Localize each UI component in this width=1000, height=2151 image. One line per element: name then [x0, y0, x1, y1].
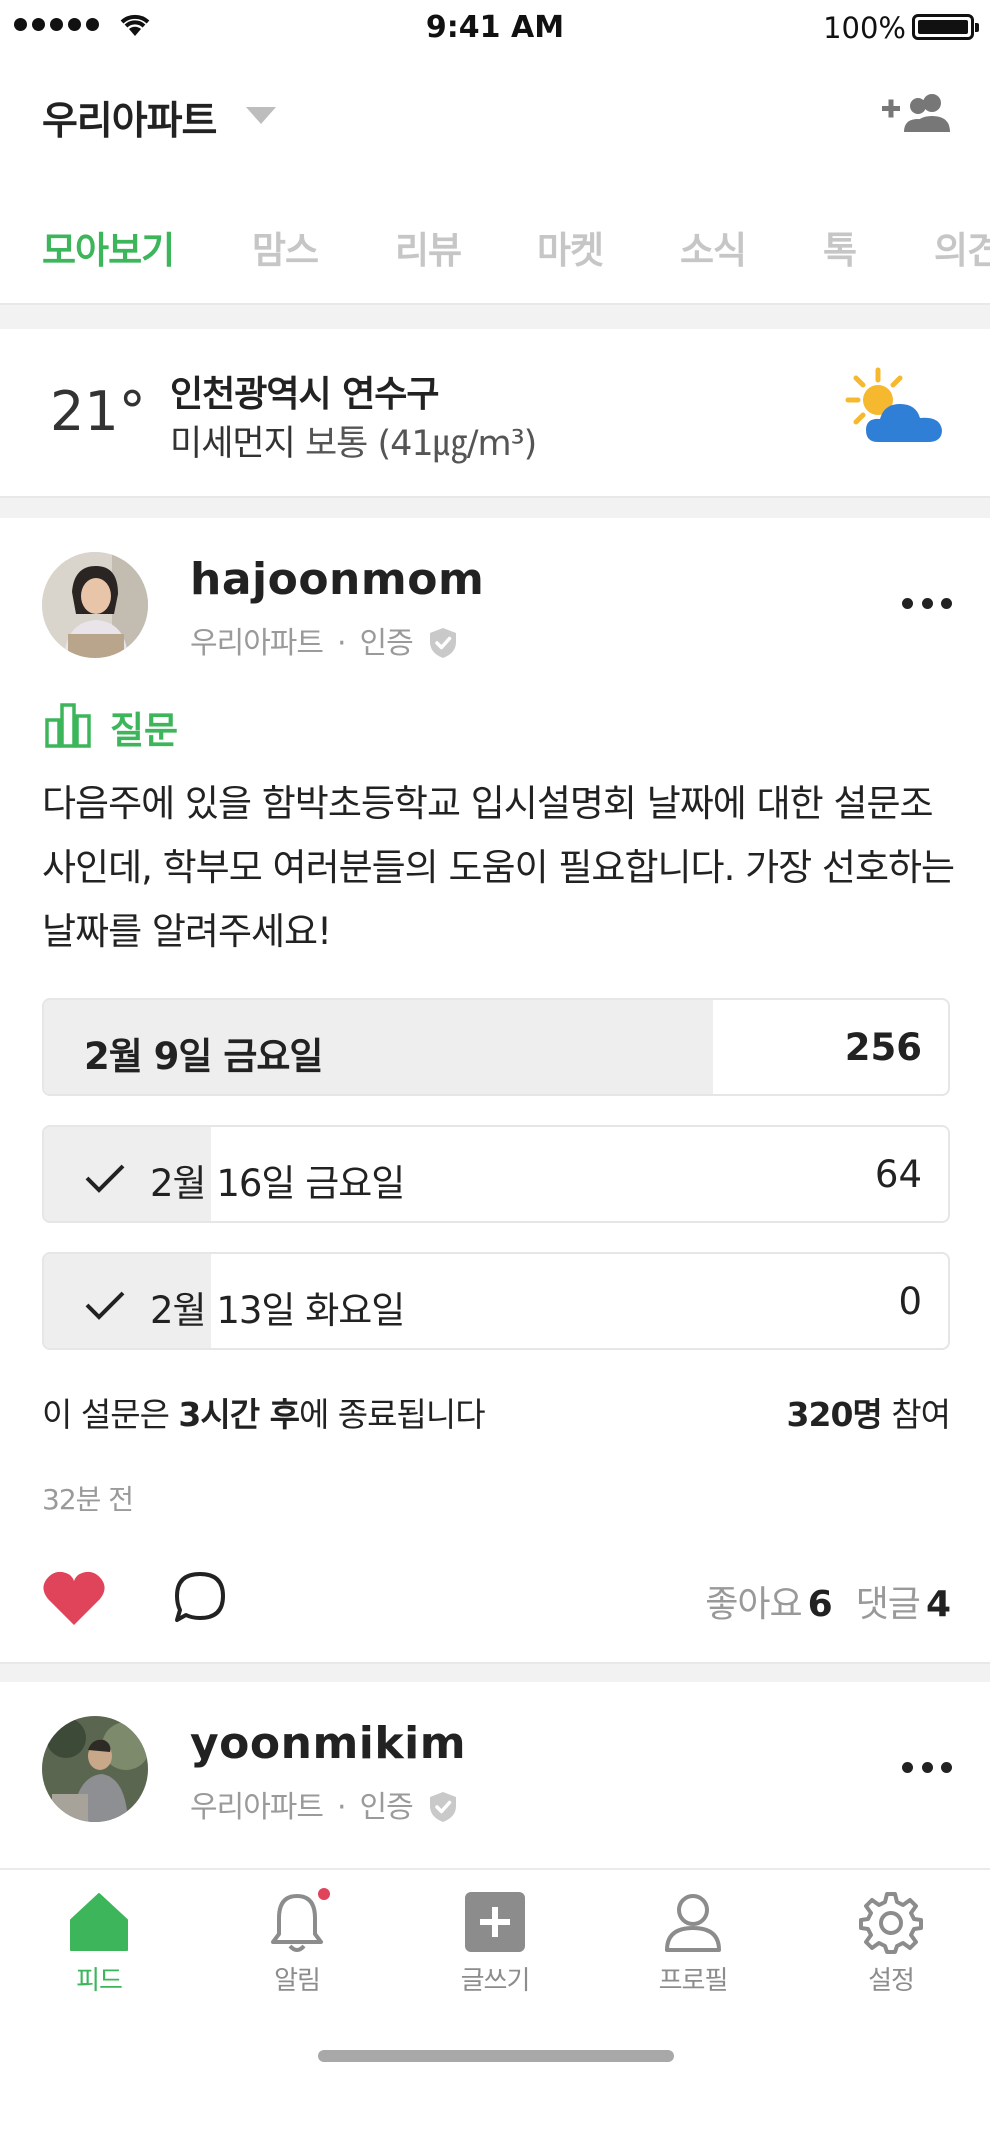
- category-tabs: 모아보기 맘스 리뷰 마켓 소식 톡 의견: [0, 205, 990, 295]
- poll-option-count: 256: [844, 1026, 922, 1069]
- more-options-icon[interactable]: [902, 598, 952, 612]
- nav-label: 알림: [274, 1966, 321, 1996]
- participants-count: 320명: [786, 1395, 883, 1434]
- likes-count: 6: [807, 1584, 833, 1625]
- poll-footer: 이 설문은 3시간 후에 종료됩니다 320명 참여: [42, 1388, 951, 1436]
- nav-label: 프로필: [658, 1966, 729, 1996]
- verified-shield-icon: [430, 1792, 457, 1822]
- write-plus-icon: [465, 1892, 525, 1952]
- fine-dust: 미세먼지 보통 (41㎍/m³): [170, 415, 538, 466]
- poll-option[interactable]: 2월 16일 금요일 64: [42, 1125, 950, 1223]
- post-actions: 좋아요 6 댓글 4: [0, 1565, 990, 1635]
- tab-review[interactable]: 리뷰: [395, 220, 462, 274]
- post-username[interactable]: hajoonmom: [190, 554, 484, 605]
- post-apartment: 우리아파트: [190, 626, 324, 661]
- apartment-selector[interactable]: 우리아파트: [42, 90, 217, 146]
- comments-count: 4: [925, 1584, 951, 1625]
- post-meta: 우리아파트 · 인증: [190, 1782, 457, 1826]
- participants-suffix: 참여: [881, 1395, 951, 1434]
- home-indicator[interactable]: [318, 2050, 674, 2062]
- bottom-navigation: 피드 알림 글쓰기 프로필 설정: [0, 1868, 990, 2151]
- avatar-photo: [42, 1716, 148, 1822]
- partly-cloudy-icon: [845, 367, 942, 442]
- likes-label: 좋아요: [705, 1584, 802, 1625]
- verified-label: 인증: [359, 1790, 414, 1825]
- poll-ends-prefix: 이 설문은: [42, 1395, 179, 1434]
- profile-icon: [665, 1894, 721, 1952]
- section-divider: [0, 303, 990, 329]
- temperature: 21°: [50, 380, 146, 443]
- category-label: 질문: [110, 709, 179, 752]
- nav-feed[interactable]: 피드: [34, 1890, 164, 2000]
- poll-chart-icon: [45, 703, 91, 748]
- app-screen: 9:41 AM 100% 우리아파트 모아보기 맘스 리뷰 마켓 소식 톡 의견…: [0, 0, 990, 2151]
- comments-label: 댓글: [855, 1584, 921, 1625]
- poll-option-count: 0: [898, 1280, 922, 1323]
- poll-option-count: 64: [874, 1153, 922, 1196]
- poll-option-label: 2월 16일 금요일: [150, 1162, 405, 1205]
- nav-profile[interactable]: 프로필: [628, 1890, 758, 2000]
- tab-all[interactable]: 모아보기: [42, 220, 175, 274]
- comment-icon[interactable]: [172, 1569, 228, 1625]
- poll-ends-suffix: 에 종료됩니다: [298, 1395, 486, 1434]
- nav-label: 설정: [868, 1966, 915, 1996]
- avatar[interactable]: [42, 1716, 148, 1822]
- avatar-photo: [42, 552, 148, 658]
- post-apartment: 우리아파트: [190, 1790, 324, 1825]
- home-icon: [70, 1893, 128, 1951]
- dust-level: 보통: [304, 424, 368, 464]
- tab-market[interactable]: 마켓: [537, 220, 604, 274]
- nav-write[interactable]: 글쓰기: [430, 1890, 560, 2000]
- add-friend-icon[interactable]: [880, 92, 952, 140]
- poll-option[interactable]: 2월 9일 금요일 256: [42, 998, 950, 1096]
- verified-label: 인증: [359, 626, 414, 661]
- post-body: 다음주에 있을 함박초등학교 입시설명회 날짜에 대한 설문조사인데, 학부모 …: [42, 782, 955, 953]
- tab-news[interactable]: 소식: [680, 220, 747, 274]
- avatar[interactable]: [42, 552, 148, 658]
- check-icon: [85, 1164, 125, 1193]
- section-divider: [0, 496, 990, 518]
- heart-icon[interactable]: [42, 1569, 106, 1627]
- weather-card[interactable]: 21° 인천광역시 연수구 미세먼지 보통 (41㎍/m³): [0, 330, 990, 494]
- nav-label: 글쓰기: [460, 1966, 531, 1996]
- nav-label: 피드: [76, 1966, 123, 1996]
- dust-label: 미세먼지: [170, 424, 296, 464]
- verified-shield-icon: [430, 628, 457, 658]
- post-time: 32분 전: [42, 1483, 134, 1516]
- poll-option[interactable]: 2월 13일 화요일 0: [42, 1252, 950, 1350]
- poll-participants: 320명 참여: [786, 1388, 951, 1436]
- battery-percent: 100%: [823, 11, 906, 45]
- tab-opinion[interactable]: 의견: [934, 220, 990, 274]
- poll-ends-time: 3시간 후: [178, 1395, 300, 1434]
- post-username[interactable]: yoonmikim: [190, 1718, 466, 1769]
- notification-badge: [316, 1886, 332, 1902]
- app-header: 우리아파트: [0, 70, 990, 165]
- tab-talk[interactable]: 톡: [823, 220, 857, 274]
- weather-location: 인천광역시 연수구: [170, 374, 439, 415]
- post-meta: 우리아파트 · 인증: [190, 618, 457, 662]
- poll-option-label: 2월 9일 금요일: [84, 1035, 323, 1078]
- battery-icon: [912, 14, 979, 40]
- status-bar: 9:41 AM 100%: [0, 0, 990, 55]
- dust-value: (41㎍/m³): [377, 424, 538, 464]
- tab-moms[interactable]: 맘스: [252, 220, 319, 274]
- nav-notifications[interactable]: 알림: [232, 1886, 362, 2000]
- nav-settings[interactable]: 설정: [826, 1890, 956, 2000]
- section-divider: [0, 1662, 990, 1682]
- poll-option-label: 2월 13일 화요일: [150, 1289, 405, 1332]
- check-icon: [85, 1291, 125, 1320]
- post-stats: 좋아요 6 댓글 4: [705, 1575, 951, 1627]
- gear-icon: [859, 1892, 923, 1954]
- more-options-icon[interactable]: [902, 1762, 952, 1776]
- caret-down-icon[interactable]: [246, 107, 276, 124]
